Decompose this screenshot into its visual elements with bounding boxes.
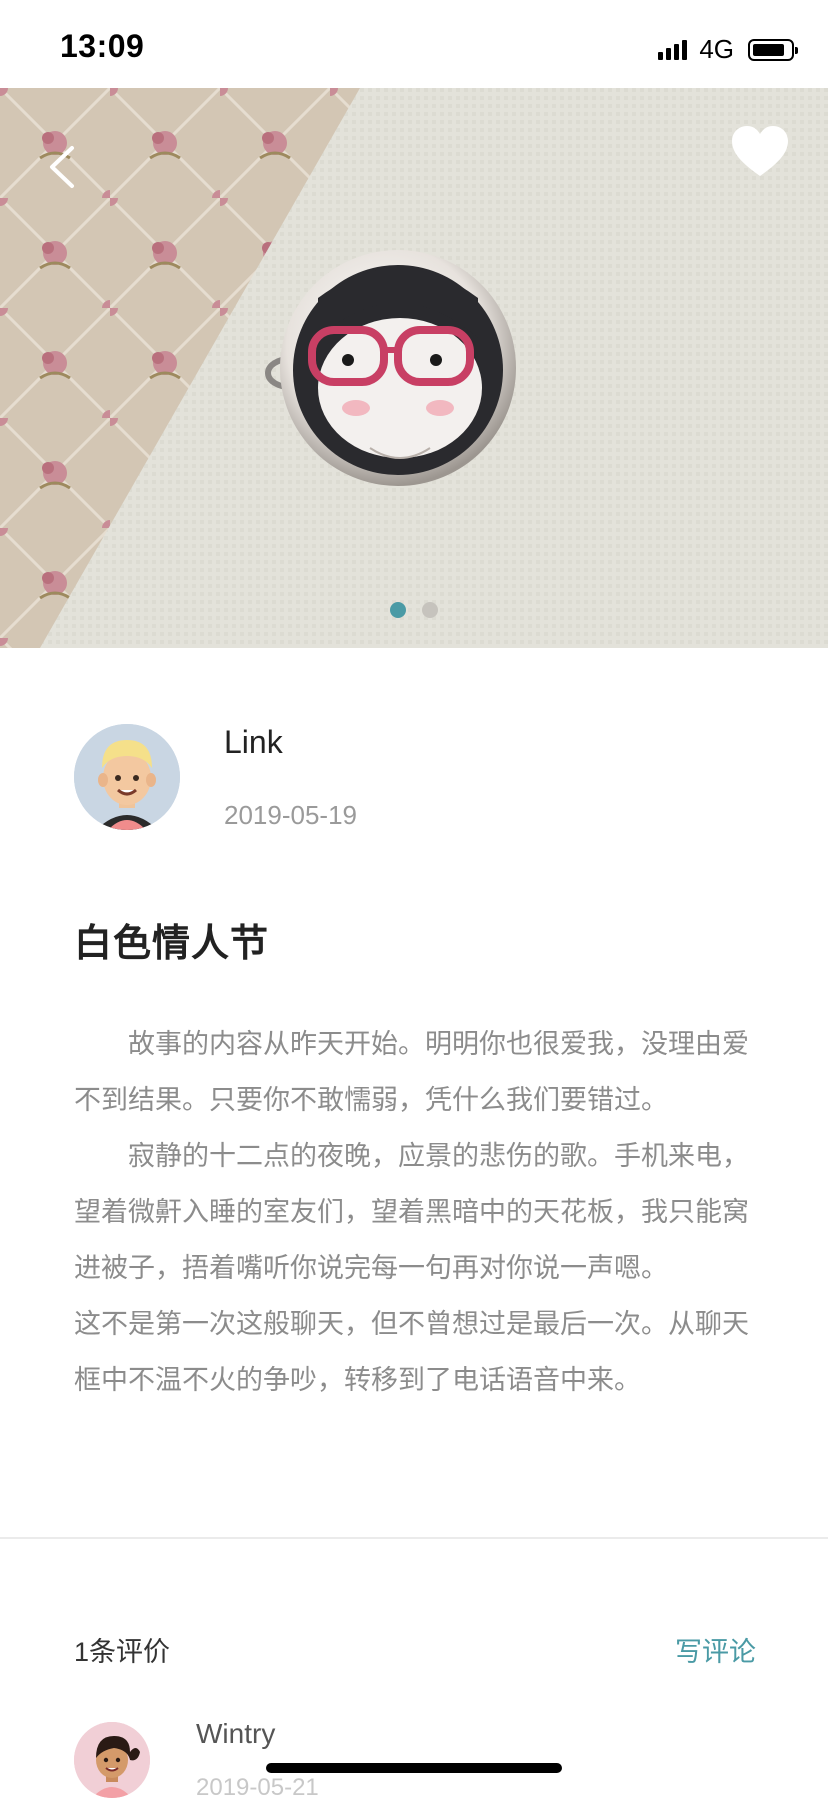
home-indicator[interactable] — [266, 1763, 562, 1773]
comment-date: 2019-05-21 — [196, 1774, 319, 1801]
post-date: 2019-05-19 — [224, 800, 357, 830]
avatar-illustration — [74, 724, 180, 830]
heart-icon — [732, 126, 788, 176]
commenter-name[interactable]: Wintry — [196, 1718, 275, 1750]
post-content: 故事的内容从昨天开始。明明你也很爱我，没理由爱不到结果。只要你不敢懦弱，凭什么我… — [74, 1016, 758, 1408]
network-type: 4G — [699, 34, 734, 64]
back-button[interactable] — [40, 136, 90, 198]
status-time: 13:09 — [60, 28, 145, 64]
carousel-dot-active[interactable] — [390, 602, 406, 618]
carousel-dot[interactable] — [422, 602, 438, 618]
author-name[interactable]: Link — [224, 724, 283, 761]
author-avatar[interactable] — [74, 724, 180, 830]
commenter-avatar[interactable] — [74, 1722, 150, 1798]
chevron-left-icon — [50, 146, 74, 188]
carousel-indicator — [0, 602, 828, 618]
signal-icon — [658, 39, 688, 60]
battery-icon — [748, 38, 798, 61]
section-divider — [0, 1537, 828, 1539]
status-indicators: 4G — [658, 34, 798, 65]
write-review-button[interactable]: 写评论 — [675, 1630, 756, 1669]
hero-image — [0, 88, 828, 648]
post-paragraph: 故事的内容从昨天开始。明明你也很爱我，没理由爱不到结果。只要你不敢懦弱，凭什么我… — [74, 1029, 749, 1115]
post-title: 白色情人节 — [74, 923, 270, 965]
review-count: 1条评价 — [74, 1637, 171, 1667]
favorite-button[interactable] — [730, 124, 790, 180]
author-info: Link 2019-05-19 — [74, 724, 774, 834]
hero-carousel[interactable] — [0, 88, 828, 648]
post-paragraph: 寂静的十二点的夜晚，应景的悲伤的歌。手机来电，望着微鼾入睡的室友们，望着黑暗中的… — [74, 1141, 749, 1395]
avatar-illustration — [74, 1722, 150, 1798]
status-bar: 13:09 4G — [0, 0, 828, 88]
